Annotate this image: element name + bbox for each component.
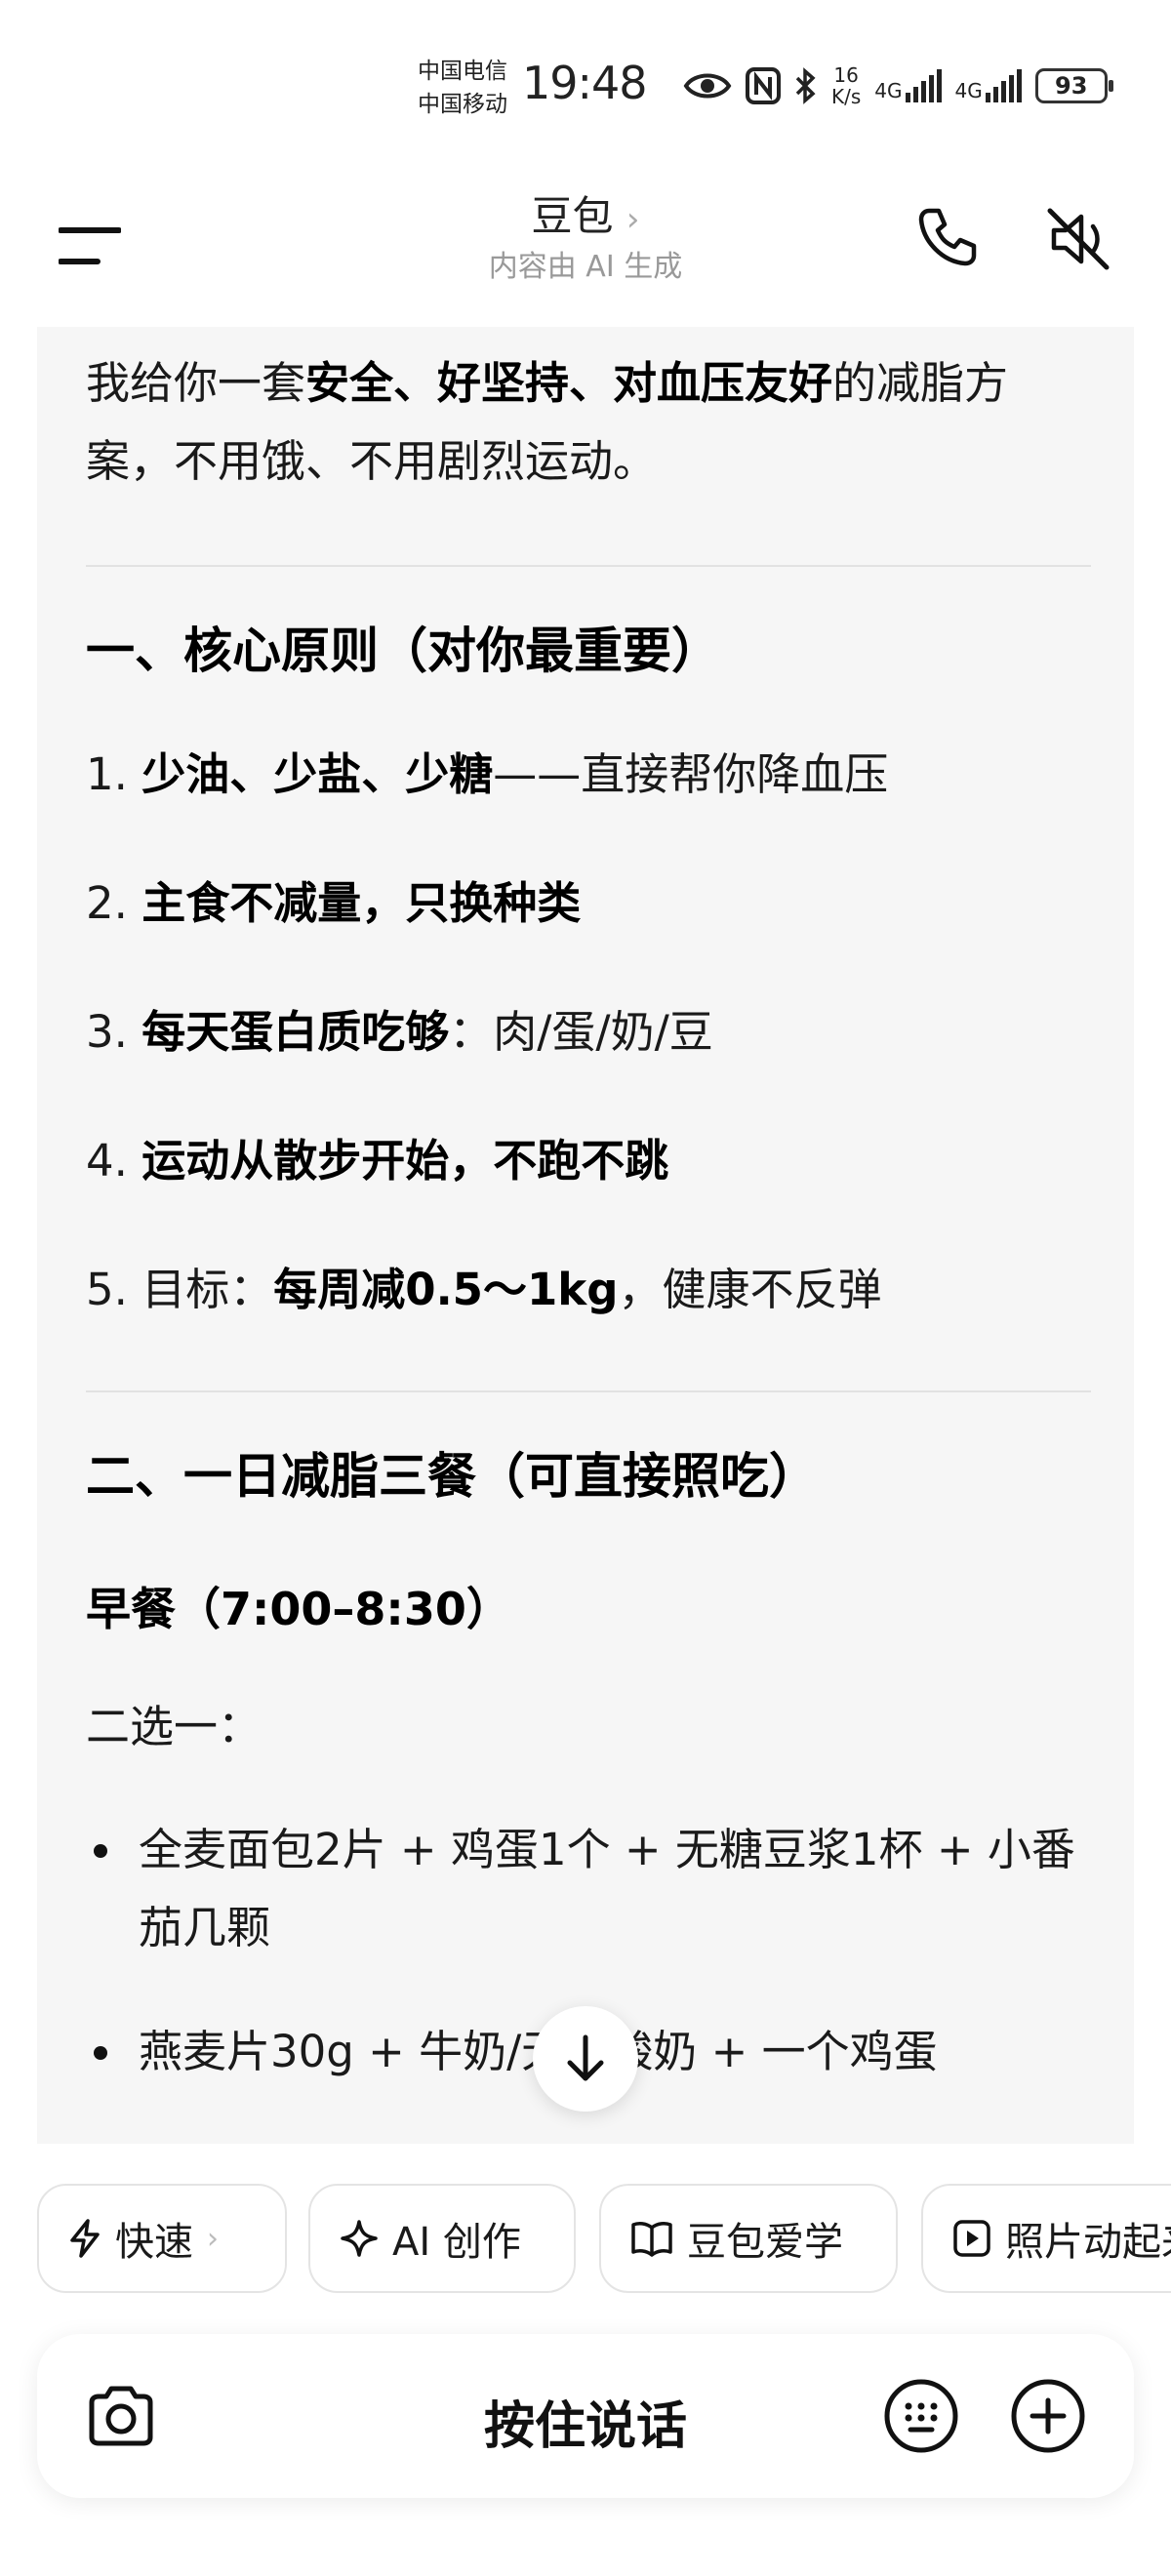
sparkle-icon [341,2220,378,2257]
intro-paragraph: 我给你一套安全、好坚持、对血压友好的减脂方案，不用饿、不用剧烈运动。 [86,357,1009,487]
section-heading-principles: 一、核心原则（对你最重要） [86,623,720,679]
divider [86,1390,1091,1392]
principle-item-4: 4. 运动从散步开始，不跑不跳 [86,1135,669,1187]
signal-sim2-icon: 4G [955,69,1022,102]
quick-action-chips: 快速 › AI 创作 豆包爱学 照片动起来 [37,2184,1171,2297]
principle-item-3: 3. 每天蛋白质吃够：肉/蛋/奶/豆 [86,1006,713,1058]
chip-photo-animate[interactable]: 照片动起来 [921,2184,1171,2293]
phone-icon[interactable] [915,205,980,269]
principle-item-5: 5. 目标：每周减0.5～1kg，健康不反弹 [86,1264,882,1315]
battery-icon: 93 [1034,68,1113,103]
arrow-down-icon [567,2034,604,2081]
chip-ai-create[interactable]: AI 创作 [308,2184,576,2293]
divider [86,565,1091,567]
status-icons: 16 K/s 4G 4G 93 [683,63,1113,108]
eye-icon [683,73,732,99]
choose-one-label: 二选一： [86,1701,262,1752]
status-time: 19:48 [522,57,648,109]
play-icon [953,2220,990,2257]
signal-sim1-icon: 4G [874,69,942,102]
status-bar: 中国电信 中国移动 19:48 16 K/s 4G 4G 93 [0,0,1171,166]
ai-message-card: 我给你一套安全、好坚持、对血压友好的减脂方案，不用饿、不用剧烈运动。 一、核心原… [37,327,1134,2144]
carrier-1: 中国电信 [418,59,507,84]
speaker-mute-icon[interactable] [1044,205,1112,273]
chevron-right-icon: › [626,200,640,239]
network-speed: 16 K/s [831,63,862,108]
lightning-icon [70,2219,100,2258]
chevron-right-icon: › [207,2221,219,2256]
keyboard-icon[interactable] [882,2377,960,2455]
chip-doubao-learn[interactable]: 豆包爱学 [599,2184,898,2293]
hold-to-talk-button[interactable]: 按住说话 [37,2385,1134,2458]
principle-item-1: 1. 少油、少盐、少糖——直接帮你降血压 [86,748,889,800]
section-heading-meals: 二、一日减脂三餐（可直接照吃） [86,1448,818,1505]
chip-fast-mode[interactable]: 快速 › [37,2184,287,2293]
bot-name: 豆包 [531,192,614,240]
ai-generated-note: 内容由 AI 生成 [488,250,683,284]
principle-item-2: 2. 主食不减量，只换种类 [86,877,582,929]
carrier-info: 中国电信 中国移动 [418,55,507,121]
list-item: 全麦面包2片 + 鸡蛋1个 + 无糖豆浆1杯 + 小番茄几颗 [86,1811,1114,1967]
book-icon [631,2222,672,2257]
bluetooth-icon [795,67,816,104]
input-bar: 按住说话 [37,2334,1134,2498]
bot-title[interactable]: 豆包 › [0,183,1171,243]
chat-header: 豆包 › 内容由 AI 生成 [0,166,1171,327]
plus-icon[interactable] [1009,2377,1087,2455]
scroll-to-bottom-button[interactable] [533,2006,638,2112]
breakfast-heading: 早餐（7:00–8:30） [86,1583,511,1635]
nfc-icon [746,67,781,104]
carrier-2: 中国移动 [418,92,507,117]
